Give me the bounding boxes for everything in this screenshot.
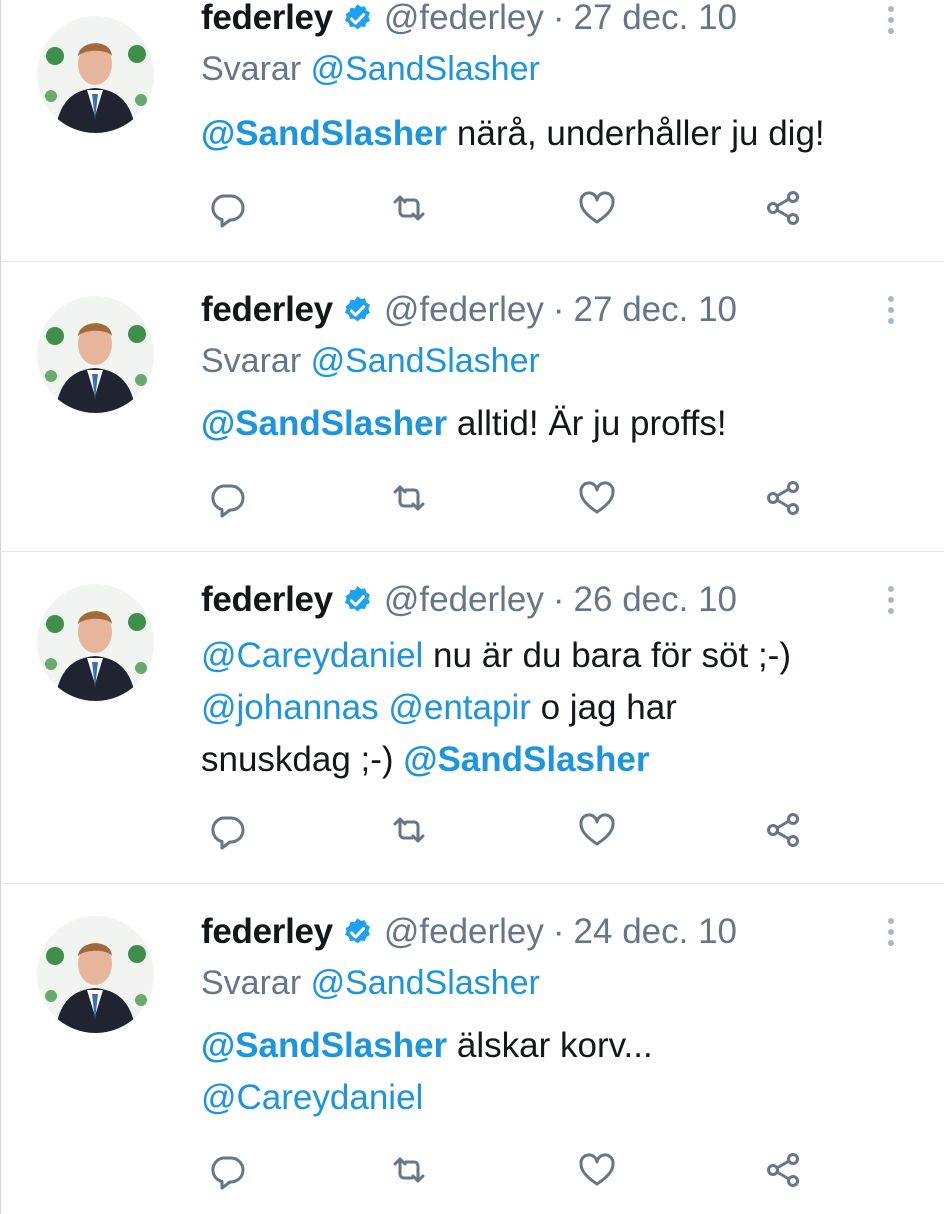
reply-icon[interactable] — [205, 1148, 249, 1192]
user-handle[interactable]: @federley — [384, 580, 544, 620]
display-name[interactable]: federley — [201, 0, 333, 38]
avatar[interactable] — [37, 916, 154, 1033]
replying-to-label: Svarar — [201, 964, 302, 1002]
separator-dot: · — [552, 912, 565, 951]
tweet-date[interactable]: 27 dec. 10 — [574, 0, 737, 38]
mention-link[interactable]: @SandSlasher — [201, 1026, 447, 1065]
tweet-header: federley @federley · 26 dec. 10 — [201, 578, 737, 622]
tweet[interactable]: federley @federley · 27 dec. 10 Svarar @… — [0, 262, 944, 552]
more-vertical-icon[interactable] — [881, 580, 901, 620]
display-name[interactable]: federley — [201, 580, 333, 620]
tweet-text-segment — [379, 688, 389, 727]
share-icon[interactable] — [761, 1148, 805, 1192]
verified-badge-icon — [341, 294, 374, 327]
retweet-icon[interactable] — [387, 476, 431, 520]
tweet-text: @SandSlasher närå, underhåller ju dig! — [201, 108, 921, 160]
tweet-actions — [205, 1148, 825, 1192]
user-handle[interactable]: @federley — [384, 912, 544, 952]
mention-link[interactable]: @Careydaniel — [201, 636, 423, 675]
replying-to: Svarar @SandSlasher — [201, 50, 540, 89]
tweet-text-segment: älskar korv... — [447, 1026, 653, 1065]
user-handle[interactable]: @federley — [384, 0, 544, 38]
tweet-actions — [205, 186, 825, 230]
avatar[interactable] — [37, 16, 154, 133]
verified-badge-icon — [341, 584, 374, 617]
separator-dot: · — [552, 0, 565, 37]
more-vertical-icon[interactable] — [881, 0, 901, 40]
mention-link[interactable]: @entapir — [388, 688, 531, 727]
mention-link[interactable]: @Careydaniel — [201, 1078, 423, 1117]
tweet-text: @SandSlasher älskar korv... @Careydaniel — [201, 1020, 921, 1124]
mention-link[interactable]: @SandSlasher — [201, 404, 447, 443]
reply-icon[interactable] — [205, 808, 249, 852]
tweet-text-segment: närå, underhåller ju dig! — [447, 114, 825, 153]
tweet[interactable]: federley @federley · 26 dec. 10 @Careyda… — [0, 552, 944, 884]
tweet-date[interactable]: 24 dec. 10 — [574, 912, 737, 952]
tweet-text-segment: alltid! Är ju proffs! — [447, 404, 727, 443]
heart-icon[interactable] — [575, 808, 619, 852]
tweet-actions — [205, 476, 825, 520]
tweet-text-segment: nu är du bara för söt ;-) — [423, 636, 791, 675]
reply-icon[interactable] — [205, 186, 249, 230]
tweet-header: federley @federley · 24 dec. 10 — [201, 910, 737, 954]
tweet-text-segment: snuskdag ;-) — [201, 740, 404, 779]
avatar[interactable] — [37, 584, 154, 701]
tweet-feed: federley @federley · 27 dec. 10 Svarar @… — [0, 0, 944, 1214]
more-vertical-icon[interactable] — [881, 912, 901, 952]
mention-link[interactable]: @SandSlasher — [403, 740, 649, 779]
heart-icon[interactable] — [575, 476, 619, 520]
avatar[interactable] — [37, 296, 154, 413]
heart-icon[interactable] — [575, 1148, 619, 1192]
more-vertical-icon[interactable] — [881, 290, 901, 330]
separator-dot: · — [552, 290, 565, 329]
display-name[interactable]: federley — [201, 290, 333, 330]
separator-dot: · — [552, 580, 565, 619]
tweet[interactable]: federley @federley · 27 dec. 10 Svarar @… — [0, 0, 944, 262]
share-icon[interactable] — [761, 186, 805, 230]
reply-icon[interactable] — [205, 476, 249, 520]
tweet-date[interactable]: 27 dec. 10 — [574, 290, 737, 330]
tweet-text: @SandSlasher alltid! Är ju proffs! — [201, 398, 921, 450]
replying-to-label: Svarar — [201, 50, 302, 88]
replying-to: Svarar @SandSlasher — [201, 964, 540, 1003]
tweet-text-segment: o jag har — [530, 688, 677, 727]
display-name[interactable]: federley — [201, 912, 333, 952]
tweet-text: @Careydaniel nu är du bara för söt ;-) @j… — [201, 630, 921, 786]
tweet-date[interactable]: 26 dec. 10 — [574, 580, 737, 620]
verified-badge-icon — [341, 2, 374, 35]
retweet-icon[interactable] — [387, 1148, 431, 1192]
heart-icon[interactable] — [575, 186, 619, 230]
mention-link[interactable]: @johannas — [201, 688, 379, 727]
tweet-actions — [205, 808, 825, 852]
retweet-icon[interactable] — [387, 808, 431, 852]
replying-to-mention[interactable]: @SandSlasher — [311, 964, 540, 1002]
retweet-icon[interactable] — [387, 186, 431, 230]
verified-badge-icon — [341, 916, 374, 949]
mention-link[interactable]: @SandSlasher — [201, 114, 447, 153]
share-icon[interactable] — [761, 476, 805, 520]
tweet-header: federley @federley · 27 dec. 10 — [201, 0, 737, 40]
tweet[interactable]: federley @federley · 24 dec. 10 Svarar @… — [0, 884, 944, 1214]
share-icon[interactable] — [761, 808, 805, 852]
replying-to-label: Svarar — [201, 342, 302, 380]
replying-to-mention[interactable]: @SandSlasher — [311, 342, 540, 380]
replying-to: Svarar @SandSlasher — [201, 342, 540, 381]
user-handle[interactable]: @federley — [384, 290, 544, 330]
replying-to-mention[interactable]: @SandSlasher — [311, 50, 540, 88]
tweet-header: federley @federley · 27 dec. 10 — [201, 288, 737, 332]
